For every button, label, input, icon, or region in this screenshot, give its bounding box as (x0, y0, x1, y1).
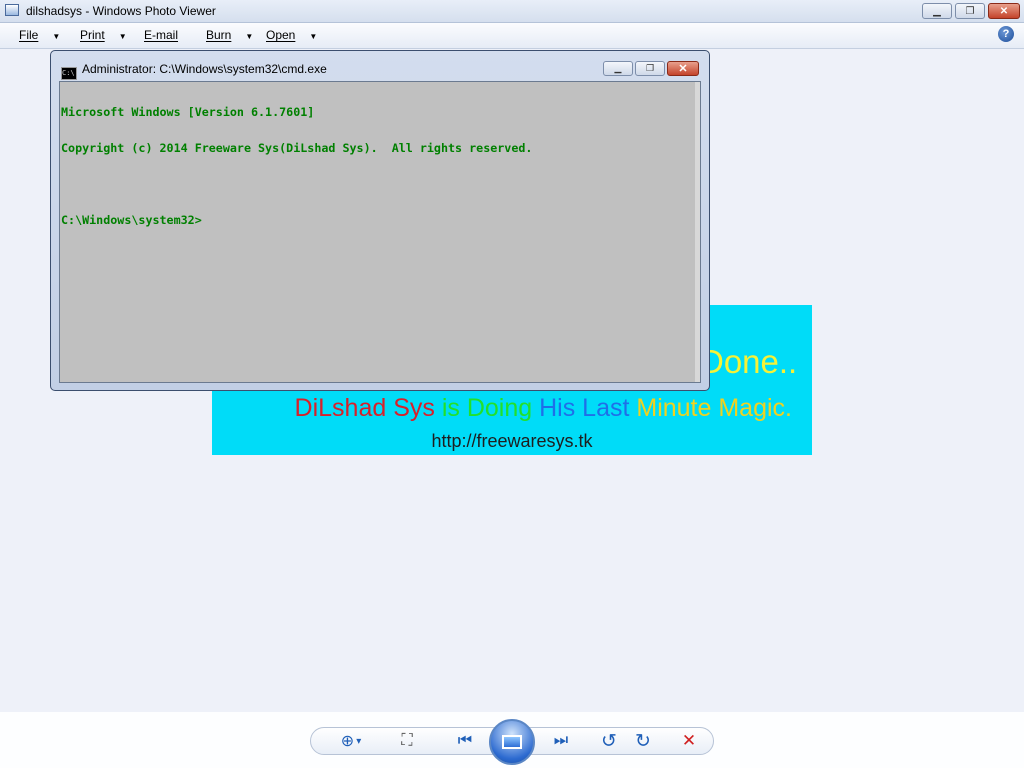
actual-size-button[interactable]: ⛶ (391, 728, 423, 754)
menu-email-label: E-mail (144, 28, 179, 42)
photo-text-part-3: His Last (539, 394, 637, 422)
help-icon[interactable]: ? (998, 26, 1014, 42)
cmd-minimize-button[interactable]: ▁ (603, 61, 633, 76)
next-button[interactable]: ⏭ (541, 728, 581, 754)
menu-burn[interactable]: Burn ▼ (206, 28, 253, 42)
rotate-clockwise-button[interactable]: ↻ (629, 728, 657, 754)
chevron-down-icon: ▼ (118, 32, 127, 41)
rotate-cw-icon: ↻ (635, 730, 651, 752)
previous-button[interactable]: ⏮ (445, 728, 485, 754)
title-bar: dilshadsys - Windows Photo Viewer ▁ ❐ ✕ (0, 0, 1024, 23)
maximize-button[interactable]: ❐ (955, 3, 985, 19)
chevron-down-icon: ▾ (356, 735, 362, 747)
cmd-window[interactable]: C:\ Administrator: C:\Windows\system32\cm… (50, 50, 710, 391)
slideshow-button[interactable] (489, 719, 535, 765)
cmd-title-bar: C:\ Administrator: C:\Windows\system32\cm… (61, 62, 327, 80)
photo-text-magic: DiLshad Sys is Doing His Last Minute Mag… (212, 394, 792, 423)
delete-button[interactable]: ✕ (675, 728, 703, 754)
chevron-down-icon: ▼ (309, 32, 318, 41)
menu-bar: File ▼ Print ▼ E-mail Burn ▼ Open ▼ ? (0, 23, 1024, 49)
menu-file-label: File (19, 28, 39, 42)
photo-text-part-2: is Doing (434, 394, 540, 422)
menu-file[interactable]: File ▼ (19, 28, 60, 42)
photo-text-part-4: Minute Magic. (636, 394, 792, 422)
menu-burn-label: Burn (206, 28, 232, 42)
menu-print[interactable]: Print ▼ (80, 28, 127, 42)
console-prompt: C:\Windows\system32> (61, 213, 202, 227)
rotate-ccw-icon: ↺ (601, 730, 617, 752)
cmd-maximize-button[interactable]: ❐ (635, 61, 665, 76)
console-scrollbar[interactable] (695, 82, 700, 382)
next-icon: ⏭ (553, 732, 569, 749)
menu-print-label: Print (80, 28, 105, 42)
fit-icon: ⛶ (401, 732, 413, 749)
cmd-close-button[interactable]: ✕ (667, 61, 699, 76)
photo-url-text: http://freewaresys.tk (431, 431, 593, 451)
console-line: Copyright (c) 2014 Freeware Sys(DiLshad … (61, 141, 533, 155)
cmd-window-title: Administrator: C:\Windows\system32\cmd.e… (82, 62, 327, 76)
menu-open-label: Open (266, 28, 296, 42)
chevron-down-icon: ▼ (245, 32, 254, 41)
photo-text-part-1: DiLshad Sys (294, 394, 435, 422)
zoom-button[interactable]: ⊕ ▾ (331, 728, 371, 754)
photo-text-done: Done.. (700, 343, 798, 380)
cmd-app-icon: C:\ (61, 67, 77, 80)
window-controls: ▁ ❐ ✕ (919, 3, 1020, 19)
chevron-down-icon: ▼ (52, 32, 61, 41)
zoom-icon: ⊕ (340, 733, 355, 750)
close-button[interactable]: ✕ (988, 3, 1020, 19)
rotate-counterclockwise-button[interactable]: ↺ (595, 728, 623, 754)
cmd-window-controls: ▁ ❐ ✕ (601, 61, 699, 76)
photo-viewer-app-icon (5, 4, 19, 16)
delete-icon: ✕ (681, 731, 697, 750)
console-output[interactable]: Microsoft Windows [Version 6.1.7601] Cop… (59, 81, 701, 383)
menu-open[interactable]: Open ▼ (266, 28, 317, 42)
control-bar: ⊕ ▾ ⛶ ⏮ ⏭ ↺ ↻ ✕ (0, 712, 1024, 768)
minimize-button[interactable]: ▁ (922, 3, 952, 19)
console-line: Microsoft Windows [Version 6.1.7601] (61, 105, 315, 119)
slideshow-icon (502, 735, 522, 749)
previous-icon: ⏮ (457, 732, 473, 749)
menu-email[interactable]: E-mail (144, 28, 178, 42)
window-title: dilshadsys - Windows Photo Viewer (26, 4, 216, 18)
